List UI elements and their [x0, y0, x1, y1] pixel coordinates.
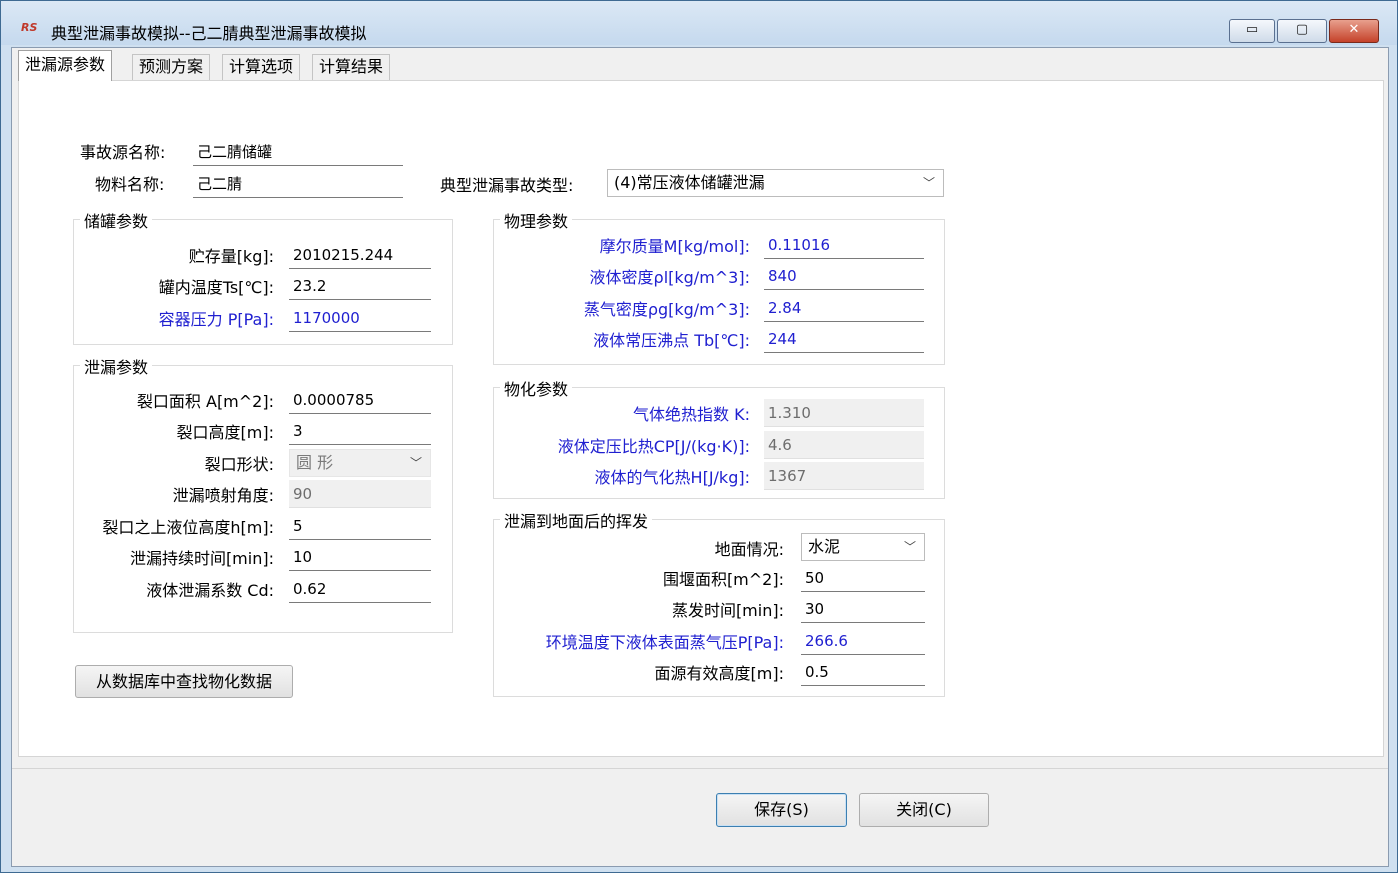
- chevron-down-icon: ﹀: [922, 176, 935, 190]
- discharge-coef-input[interactable]: 0.62: [289, 575, 431, 603]
- tab-forecast-plan[interactable]: 预测方案: [132, 54, 211, 80]
- tank-params-title: 储罐参数: [80, 208, 153, 232]
- chevron-down-icon: ﹀: [903, 540, 916, 554]
- leak-type-select[interactable]: (4)常压液体储罐泄漏 ﹀: [607, 169, 944, 197]
- jet-angle-label: 泄漏喷射角度:: [172, 486, 274, 505]
- close-button[interactable]: 关闭(C): [859, 793, 989, 827]
- boiling-point-label: 液体常压沸点 Tb[℃]:: [593, 331, 750, 350]
- leak-type-value: (4)常压液体储罐泄漏: [614, 173, 765, 192]
- crack-shape-value: 圆 形: [296, 453, 334, 472]
- evaporation-title: 泄漏到地面后的挥发: [500, 508, 653, 532]
- ground-condition-select[interactable]: 水泥 ﹀: [801, 533, 925, 561]
- leak-params-group: 泄漏参数 裂口面积 A[m^2]: 0.0000785 裂口高度[m]: 3 裂…: [73, 354, 453, 633]
- specific-heat-label: 液体定压比热CP[J/(kg·K)]:: [557, 437, 750, 456]
- vessel-pressure-input[interactable]: 1170000: [289, 304, 431, 332]
- source-name-input[interactable]: 己二腈储罐: [193, 138, 403, 166]
- tank-temp-input[interactable]: 23.2: [289, 272, 431, 300]
- discharge-coef-label: 液体泄漏系数 Cd:: [146, 581, 274, 600]
- chevron-down-icon: ﹀: [409, 456, 422, 470]
- physical-params-group: 物理参数 摩尔质量M[kg/mol]: 0.11016 液体密度ρl[kg/m^…: [493, 208, 945, 365]
- vaporization-heat-input: 1367: [764, 462, 924, 490]
- source-height-input[interactable]: 0.5: [801, 658, 925, 686]
- window-title: 典型泄漏事故模拟--己二腈典型泄漏事故模拟: [51, 24, 367, 43]
- molar-mass-label: 摩尔质量M[kg/mol]:: [599, 237, 750, 256]
- crack-shape-label: 裂口形状:: [204, 455, 274, 474]
- vaporization-heat-label: 液体的气化热H[J/kg]:: [594, 468, 750, 487]
- evaporation-time-label: 蒸发时间[min]:: [671, 601, 784, 620]
- title-bar: RS 典型泄漏事故模拟--己二腈典型泄漏事故模拟 ▭ ▢ ✕: [1, 1, 1397, 45]
- adiabatic-index-label: 气体绝热指数 K:: [633, 405, 750, 424]
- leak-params-title: 泄漏参数: [80, 354, 153, 378]
- evaporation-time-input[interactable]: 30: [801, 595, 925, 623]
- liquid-density-label: 液体密度ρl[kg/m^3]:: [589, 268, 750, 287]
- storage-amount-input[interactable]: 2010215.244: [289, 241, 431, 269]
- evaporation-group: 泄漏到地面后的挥发 地面情况: 水泥 ﹀ 围堰面积[m^2]: 50 蒸发时间[…: [493, 508, 945, 697]
- boiling-point-input[interactable]: 244: [764, 325, 924, 353]
- crack-shape-select: 圆 形 ﹀: [289, 449, 431, 477]
- maximize-icon: ▢: [1295, 22, 1309, 37]
- vapor-density-input[interactable]: 2.84: [764, 294, 924, 322]
- app-logo-icon: RS: [21, 21, 38, 34]
- vapor-density-label: 蒸气密度ρg[kg/m^3]:: [583, 300, 750, 319]
- save-button[interactable]: 保存(S): [716, 793, 847, 827]
- minimize-button[interactable]: ▭: [1229, 19, 1275, 43]
- material-name-input[interactable]: 己二腈: [193, 170, 403, 198]
- vapor-pressure-label: 环境温度下液体表面蒸气压P[Pa]:: [545, 633, 784, 652]
- molar-mass-input[interactable]: 0.11016: [764, 231, 924, 259]
- leak-duration-label: 泄漏持续时间[min]:: [129, 549, 274, 568]
- tab-calc-results[interactable]: 计算结果: [312, 54, 391, 80]
- close-icon: ✕: [1348, 22, 1360, 37]
- dike-area-label: 围堰面积[m^2]:: [662, 570, 784, 589]
- close-window-button[interactable]: ✕: [1329, 19, 1379, 43]
- ground-condition-value: 水泥: [808, 537, 841, 556]
- ground-condition-label: 地面情况:: [714, 540, 784, 559]
- maximize-button[interactable]: ▢: [1277, 19, 1327, 43]
- chemical-params-group: 物化参数 气体绝热指数 K: 1.310 液体定压比热CP[J/(kg·K)]:…: [493, 376, 945, 499]
- tab-leak-source[interactable]: 泄漏源参数: [18, 50, 113, 81]
- physical-params-title: 物理参数: [500, 208, 573, 232]
- tab-strip: 泄漏源参数 预测方案 计算选项 计算结果: [12, 48, 1388, 81]
- chemical-params-title: 物化参数: [500, 376, 573, 400]
- specific-heat-input: 4.6: [764, 431, 924, 459]
- leak-source-panel: 事故源名称: 己二腈储罐 物料名称: 己二腈 典型泄漏事故类型: (4)常压液体…: [18, 80, 1384, 757]
- source-height-label: 面源有效高度[m]:: [654, 664, 784, 683]
- adiabatic-index-input: 1.310: [764, 399, 924, 427]
- crack-area-label: 裂口面积 A[m^2]:: [136, 392, 274, 411]
- footer-divider: [12, 768, 1388, 769]
- dike-area-input[interactable]: 50: [801, 564, 925, 592]
- material-name-label: 物料名称:: [95, 175, 165, 194]
- minimize-icon: ▭: [1245, 22, 1259, 37]
- crack-area-input[interactable]: 0.0000785: [289, 386, 431, 414]
- leak-duration-input[interactable]: 10: [289, 543, 431, 571]
- liquid-level-input[interactable]: 5: [289, 512, 431, 540]
- lookup-database-button[interactable]: 从数据库中查找物化数据: [75, 665, 293, 698]
- liquid-level-label: 裂口之上液位高度h[m]:: [102, 518, 274, 537]
- storage-amount-label: 贮存量[kg]:: [188, 247, 274, 266]
- source-name-label: 事故源名称:: [80, 143, 166, 162]
- vapor-pressure-input[interactable]: 266.6: [801, 627, 925, 655]
- main-window: RS 典型泄漏事故模拟--己二腈典型泄漏事故模拟 ▭ ▢ ✕ 泄漏源参数 预测方…: [0, 0, 1398, 873]
- liquid-density-input[interactable]: 840: [764, 262, 924, 290]
- dialog-client: 泄漏源参数 预测方案 计算选项 计算结果 事故源名称: 己二腈储罐 物料名称: …: [11, 47, 1389, 867]
- crack-height-label: 裂口高度[m]:: [176, 423, 274, 442]
- tank-temp-label: 罐内温度Ts[℃]:: [158, 278, 274, 297]
- leak-type-label: 典型泄漏事故类型:: [440, 176, 574, 195]
- jet-angle-input: 90: [289, 480, 431, 508]
- vessel-pressure-label: 容器压力 P[Pa]:: [158, 310, 274, 329]
- crack-height-input[interactable]: 3: [289, 417, 431, 445]
- tank-params-group: 储罐参数 贮存量[kg]: 2010215.244 罐内温度Ts[℃]: 23.…: [73, 208, 453, 345]
- tab-calc-options[interactable]: 计算选项: [222, 54, 301, 80]
